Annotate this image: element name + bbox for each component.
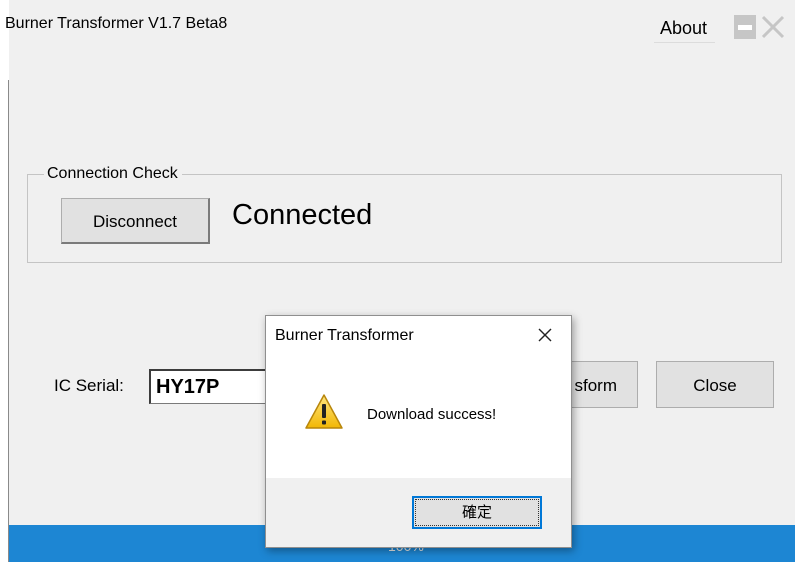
close-button[interactable]: Close [656,361,774,408]
ic-serial-label: IC Serial: [54,376,124,395]
about-link[interactable]: About [654,17,716,43]
connection-status: Connected [232,199,373,231]
disconnect-button[interactable]: Disconnect [61,198,210,244]
connection-check-label: Connection Check [44,165,182,183]
dialog-title: Burner Transformer [275,327,414,344]
minimize-button[interactable] [734,15,756,39]
window-close-button[interactable] [760,14,786,40]
ok-button[interactable]: 確定 [412,496,542,529]
close-icon [538,328,552,342]
dialog-footer: 確定 [266,478,571,547]
ic-serial-input[interactable] [149,369,279,404]
dialog-message: Download success! [367,406,497,423]
minimize-icon [738,25,752,30]
window-title: Burner Transformer V1.7 Beta8 [5,15,228,32]
warning-icon [305,394,343,429]
focus-ring [415,499,539,526]
message-dialog: Burner Transformer Download success! 確定 [265,315,572,548]
dialog-close-button[interactable] [534,324,556,346]
close-icon [761,15,785,39]
window-left-border [8,80,9,562]
